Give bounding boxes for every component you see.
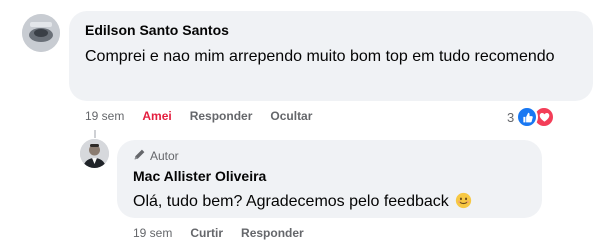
reaction-summary[interactable]: 3 [507,106,556,128]
reply-actions: 19 sem Curtir Responder [133,226,322,240]
replier-avatar[interactable] [80,139,109,168]
reply-button[interactable]: Responder [190,109,253,123]
author-badge: Autor [133,148,179,164]
comment-text: Comprei e nao mim arrependo muito bom to… [85,48,555,65]
comment-author[interactable]: Edilson Santo Santos [85,22,229,38]
reaction-count: 3 [507,109,515,125]
smiling-face-icon [455,192,472,217]
reply-text-body: Olá, tudo bem? Agradecemos pelo feedback [133,193,449,210]
reply-timestamp[interactable]: 19 sem [133,226,172,240]
hide-button[interactable]: Ocultar [270,109,312,123]
like-icon [516,106,539,128]
comment-timestamp[interactable]: 19 sem [85,109,124,123]
like-button[interactable]: Curtir [190,226,223,240]
commenter-avatar[interactable] [22,14,60,52]
pencil-icon [133,148,146,164]
reply-reply-button[interactable]: Responder [241,226,304,240]
reply-text: Olá, tudo bem? Agradecemos pelo feedback [133,190,472,217]
comment-actions: 19 sem Amei Responder Ocultar [85,109,330,123]
amei-button[interactable]: Amei [142,109,171,123]
thread-connector [94,130,96,138]
author-badge-label: Autor [150,149,179,163]
reply-author[interactable]: Mac Allister Oliveira [133,168,266,184]
